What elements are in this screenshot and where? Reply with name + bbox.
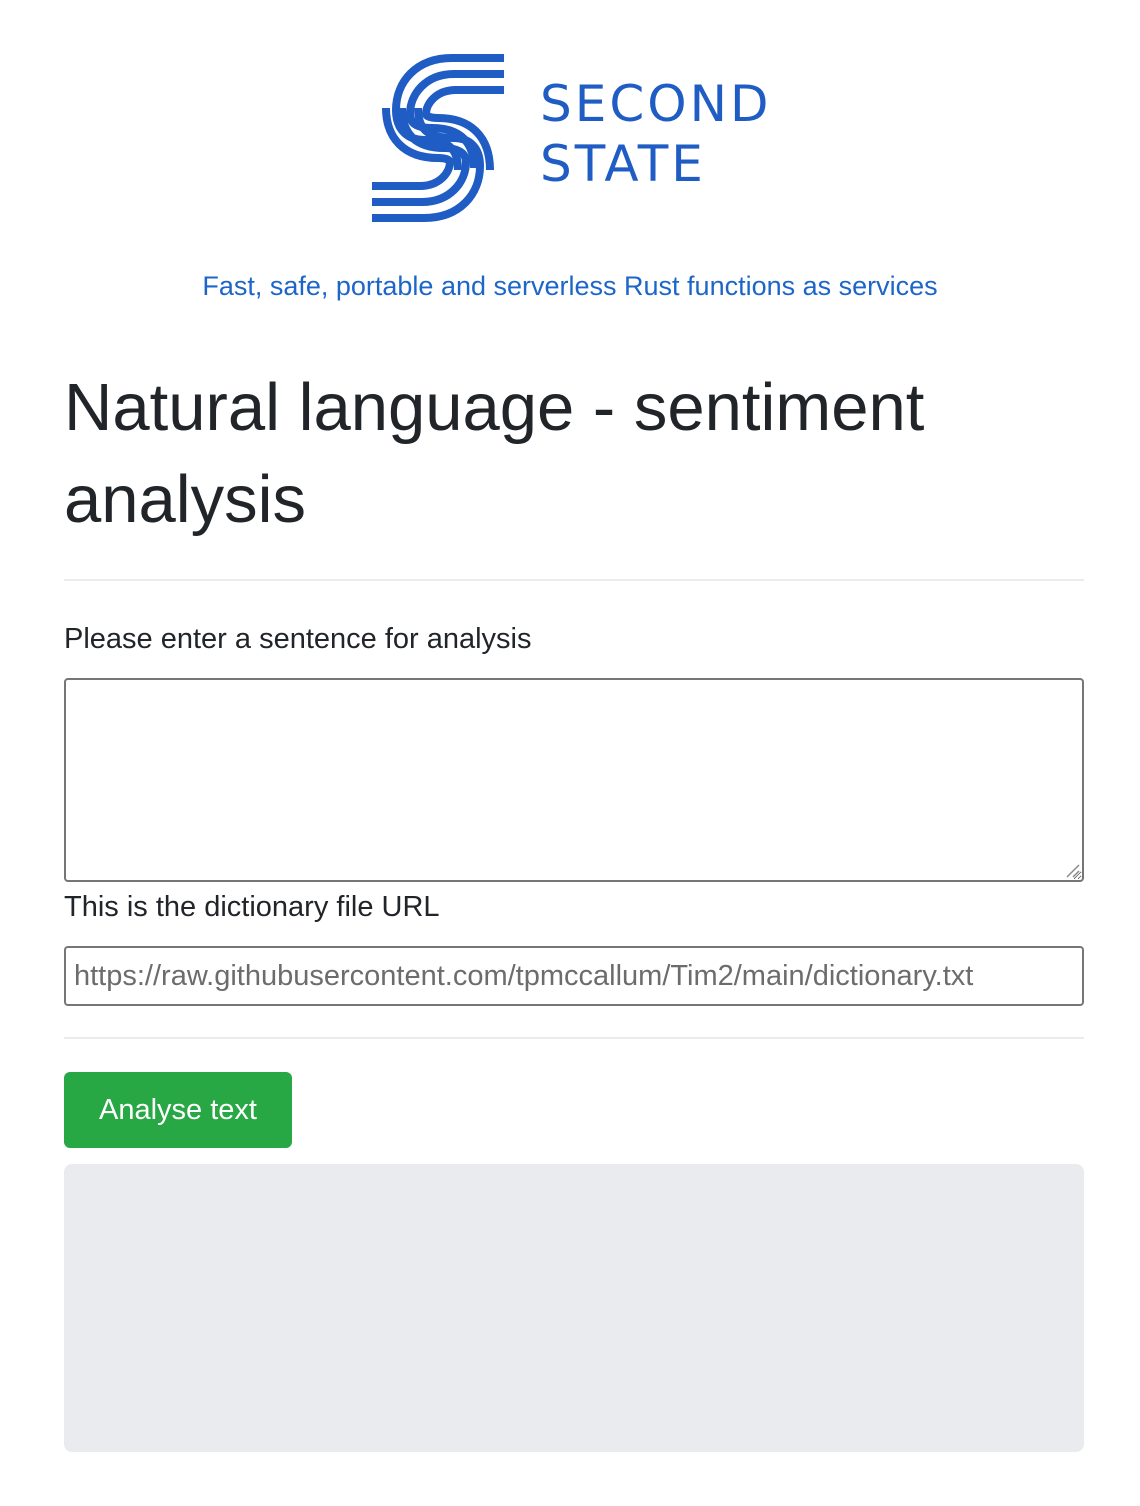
sentence-label: Please enter a sentence for analysis bbox=[64, 623, 532, 655]
logo-word-state: STATE bbox=[540, 135, 706, 193]
tagline: Fast, safe, portable and serverless Rust… bbox=[202, 271, 938, 301]
sentence-input[interactable] bbox=[64, 678, 1084, 882]
analyse-text-button[interactable]: Analyse text bbox=[64, 1072, 292, 1148]
result-panel bbox=[64, 1164, 1084, 1452]
dictionary-url-input[interactable] bbox=[64, 946, 1084, 1006]
page-title: Natural language - sentiment analysis bbox=[64, 370, 925, 537]
divider-top bbox=[64, 579, 1084, 581]
resize-grip-icon[interactable] bbox=[1064, 862, 1080, 878]
divider-bottom bbox=[64, 1037, 1084, 1039]
logo-word-second: SECOND bbox=[540, 75, 772, 133]
logo-wordmark: SECOND STATE bbox=[540, 74, 772, 194]
second-state-logo-icon bbox=[372, 54, 504, 222]
second-state-logo: SECOND STATE bbox=[368, 52, 788, 224]
dictionary-url-label: This is the dictionary file URL bbox=[64, 891, 440, 923]
